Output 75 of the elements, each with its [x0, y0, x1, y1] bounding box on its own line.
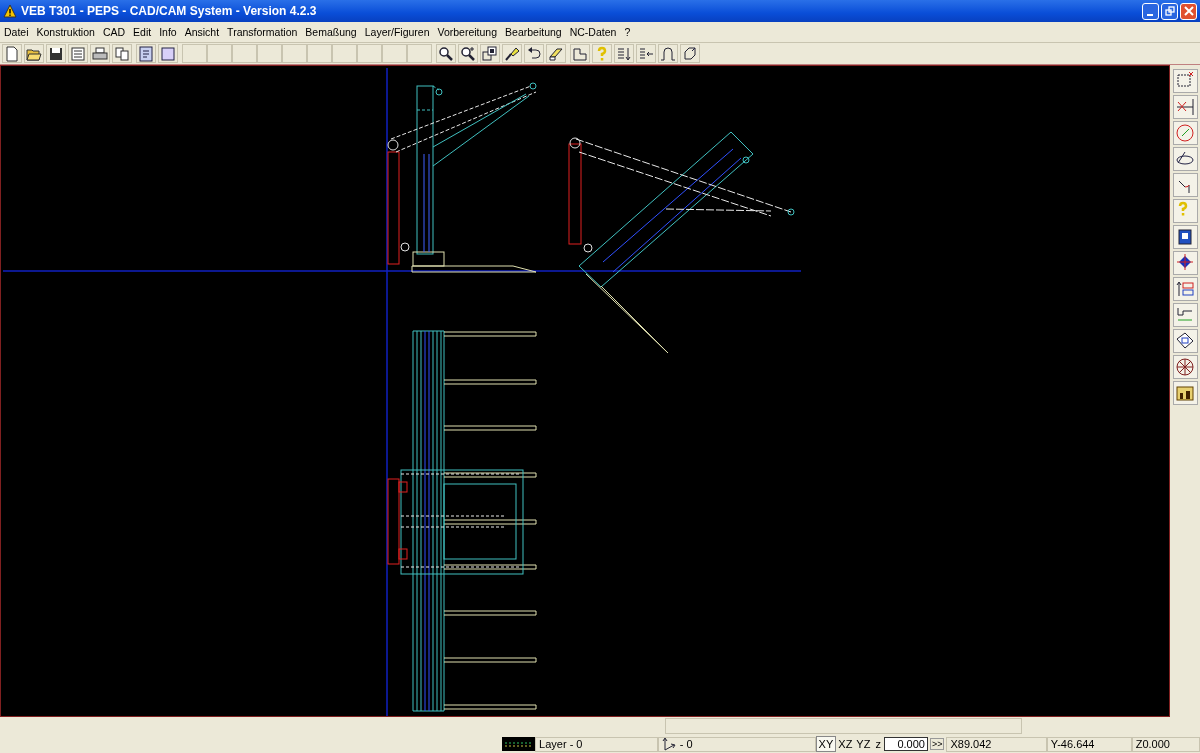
- z-label: z: [874, 738, 882, 750]
- tool-button[interactable]: [1172, 329, 1198, 353]
- sort-down-icon: [616, 45, 632, 62]
- sheets-icon: [1175, 331, 1195, 351]
- z-coordinate: Z0.000: [1131, 736, 1200, 752]
- menu-item[interactable]: Vorbereitung: [433, 26, 502, 38]
- warning-icon: [3, 4, 17, 18]
- wheel-icon: [1175, 357, 1195, 377]
- menu-item[interactable]: Datei: [0, 26, 33, 38]
- close-icon: [1183, 6, 1194, 16]
- toolbar-button[interactable]: [546, 44, 566, 63]
- toolbar-button[interactable]: [24, 44, 44, 63]
- y-coordinate: Y-46.644: [1046, 736, 1132, 752]
- z-input-field[interactable]: 0.000: [883, 737, 928, 751]
- menu-item[interactable]: Bearbeitung: [501, 26, 566, 38]
- line-style-swatch[interactable]: [502, 737, 536, 751]
- minimize-button[interactable]: [1142, 2, 1159, 20]
- refresh-icon: [682, 45, 698, 62]
- minimize-icon: [1146, 14, 1153, 16]
- toolbar-button[interactable]: [502, 44, 522, 63]
- document-icon: [138, 45, 154, 62]
- menu-item[interactable]: Layer/Figuren: [360, 26, 434, 38]
- menu-item[interactable]: Bemaßung: [301, 26, 361, 38]
- frame-icon: [160, 45, 176, 62]
- restore-button[interactable]: [1161, 2, 1178, 20]
- blocks-icon: [1175, 279, 1195, 299]
- restore-icon: [1164, 6, 1175, 16]
- close-button[interactable]: [1180, 2, 1197, 20]
- search-icon: [438, 45, 454, 62]
- toolbar-button[interactable]: [480, 44, 500, 63]
- toolbar-button[interactable]: [46, 44, 66, 63]
- tool-button[interactable]: [1172, 251, 1198, 275]
- toolbar-button[interactable]: [680, 44, 700, 63]
- machine-icon: [1175, 383, 1195, 403]
- menu-item[interactable]: Info: [155, 26, 181, 38]
- circle-icon: [1175, 123, 1195, 143]
- page-icon: [4, 45, 20, 62]
- profile-icon: [660, 45, 676, 62]
- layer-field: Layer - 0: [535, 736, 658, 752]
- menu-item[interactable]: CAD: [98, 26, 130, 38]
- tool-button[interactable]: [1172, 147, 1198, 171]
- menu-item[interactable]: Konstruktion: [32, 26, 99, 38]
- toolbar-button[interactable]: [90, 44, 110, 63]
- plane-button[interactable]: YZ: [854, 737, 873, 751]
- window-title: VEB T301 - PEPS - CAD/CAM System - Version 4.2.3: [21, 4, 318, 18]
- menu-item[interactable]: ?: [620, 26, 635, 38]
- sort-left-icon: [638, 45, 654, 62]
- toolbar-button[interactable]: [458, 44, 478, 63]
- zoom-in-icon: [460, 45, 476, 62]
- plane-button[interactable]: XZ: [836, 737, 855, 751]
- tool-button[interactable]: [1172, 355, 1198, 379]
- tool-button[interactable]: [1172, 381, 1198, 405]
- cross-point-icon: [1175, 97, 1195, 117]
- toolbar-button[interactable]: [524, 44, 544, 63]
- undo-icon: [526, 45, 542, 62]
- axis-reading: - 0: [679, 738, 693, 750]
- menu-item[interactable]: Ansicht: [180, 26, 224, 38]
- x-coordinate: X89.042: [946, 736, 1047, 752]
- brush-icon: [504, 45, 520, 62]
- diamond-icon: [1175, 253, 1195, 273]
- menu-item[interactable]: NC-Daten: [565, 26, 621, 38]
- plane-button[interactable]: XY: [815, 736, 837, 752]
- panel-icon: [70, 45, 86, 62]
- menu-item[interactable]: Edit: [129, 26, 156, 38]
- tool-button[interactable]: [1172, 225, 1198, 249]
- printer-icon: [92, 45, 108, 62]
- toolbar-button[interactable]: [436, 44, 456, 63]
- book-icon: [1175, 227, 1195, 247]
- axis-icon: [661, 737, 678, 751]
- eraser-icon: [548, 45, 564, 62]
- outline-icon: [572, 45, 588, 62]
- menu-item[interactable]: Transformation: [223, 26, 302, 38]
- copy-icon: [114, 45, 130, 62]
- zoom-window-icon: [482, 45, 498, 62]
- apply-button[interactable]: >>: [929, 738, 945, 750]
